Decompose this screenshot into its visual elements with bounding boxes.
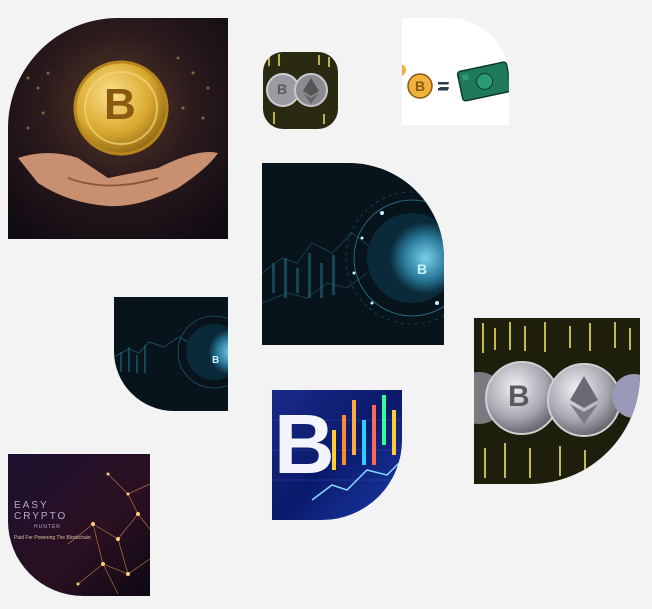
crypto-coins-image: B: [474, 318, 640, 484]
bitcoin-neon-chart-image: B: [272, 390, 402, 520]
bitcoin-hand-image: B: [8, 18, 228, 239]
bitcoin-symbol: B: [212, 355, 220, 366]
bitcoin-symbol: B: [508, 380, 530, 413]
crypto-globe-chart-image: B: [262, 163, 444, 345]
bitcoin-symbol: B: [415, 78, 426, 94]
logo-line-hunter: HUNTER: [34, 524, 61, 530]
crypto-globe-chart-thumbnail: B: [114, 297, 228, 411]
easy-crypto-hunter-image: EASY CRYPTO HUNTER Paid For Powering The…: [8, 454, 150, 596]
logo-line-easy: EASY: [14, 500, 49, 511]
bitcoin-symbol: B: [274, 397, 335, 491]
logo-line-crypto: CRYPTO: [14, 511, 68, 522]
crypto-coins-thumbnail: B: [263, 52, 338, 129]
logo-tagline: Paid For Powering The Blockchain: [14, 535, 91, 541]
equals-sign: =: [439, 76, 450, 96]
bitcoin-symbol: B: [277, 81, 288, 97]
bitcoin-symbol: B: [104, 80, 136, 129]
bitcoin-symbol: B: [417, 261, 428, 277]
bitcoin-equals-cash-image: B =: [402, 18, 509, 125]
easy-crypto-hunter-logo: EASY CRYPTO HUNTER Paid For Powering The…: [14, 500, 91, 544]
